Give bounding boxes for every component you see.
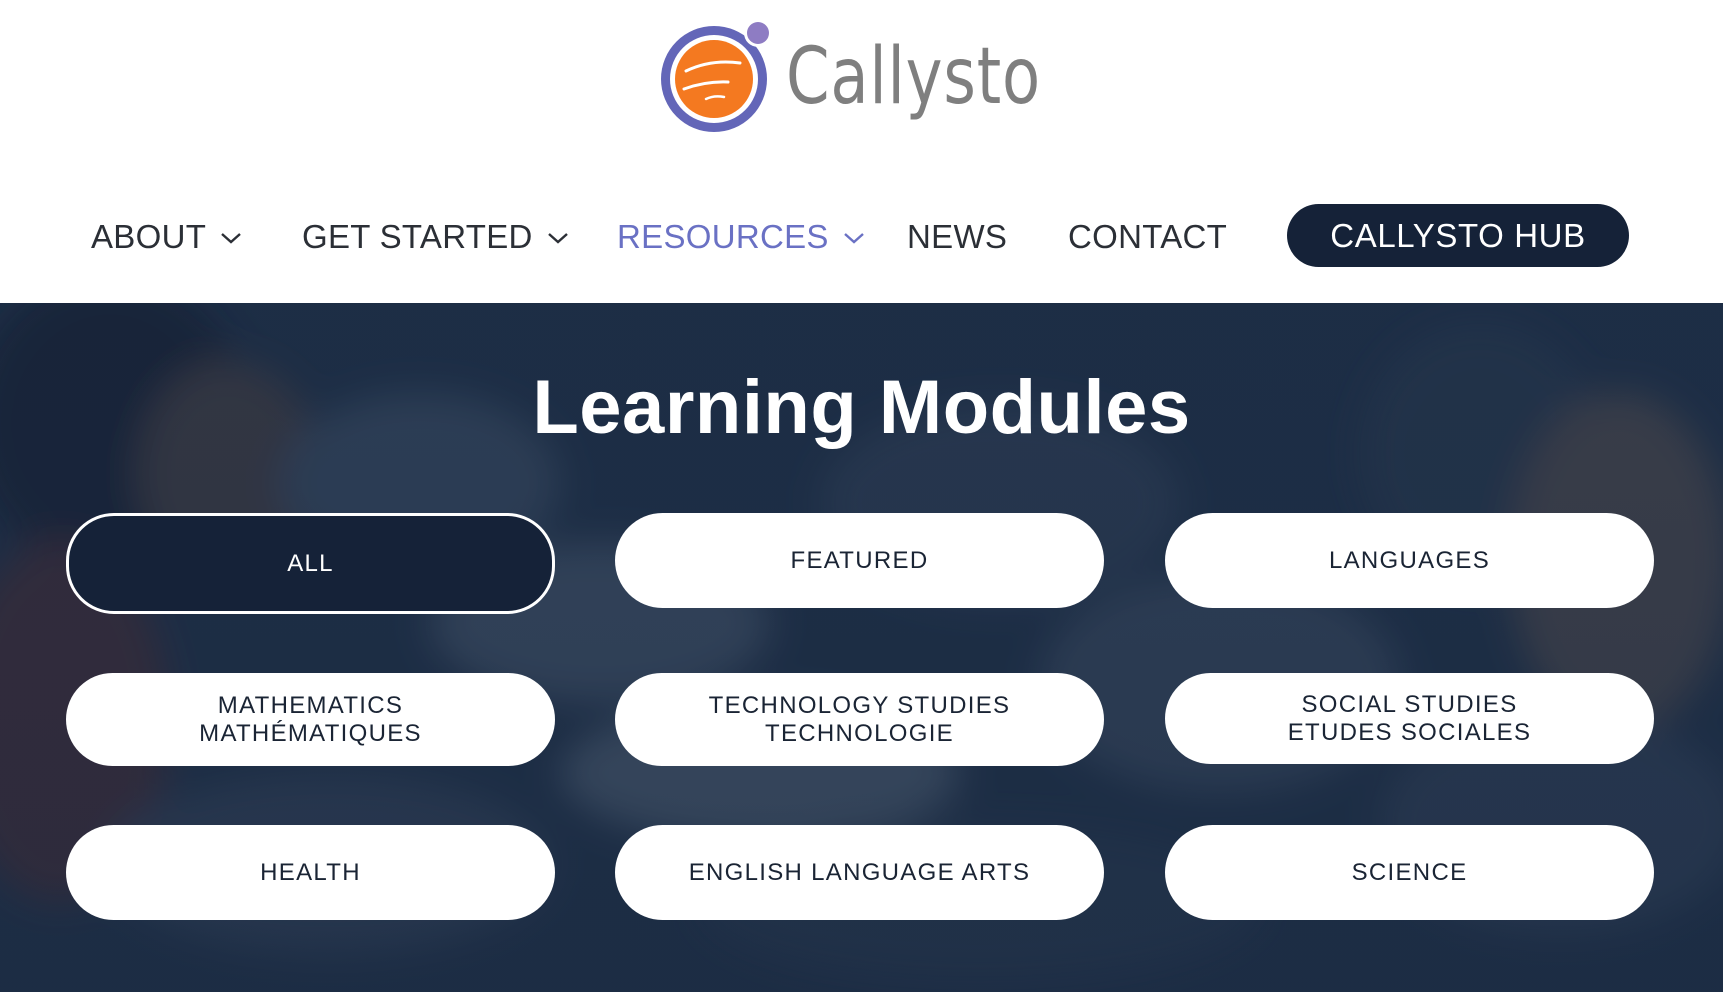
nav-get-started-label: GET STARTED xyxy=(302,218,533,255)
nav-contact[interactable]: CONTACT xyxy=(1068,218,1227,256)
filter-label: LANGUAGES xyxy=(1328,546,1491,574)
page-title: Learning Modules xyxy=(532,365,1191,450)
filter-featured-button[interactable]: FEATURED xyxy=(615,513,1104,608)
filter-technology-studies-button[interactable]: TECHNOLOGY STUDIES TECHNOLOGIE xyxy=(615,673,1104,766)
nav-news-label: NEWS xyxy=(907,218,1008,255)
filter-health-button[interactable]: HEALTH xyxy=(66,825,555,920)
filter-label: ENGLISH LANGUAGE ARTS xyxy=(688,858,1031,886)
nav-resources-label: RESOURCES xyxy=(617,218,829,255)
callysto-hub-button[interactable]: CALLYSTO HUB xyxy=(1287,204,1629,267)
filter-english-language-arts-button[interactable]: ENGLISH LANGUAGE ARTS xyxy=(615,825,1104,920)
filter-label-line-1: SOCIAL STUDIES xyxy=(1301,690,1518,718)
learning-modules-hero: Learning Modules ALL FEATURED LANGUAGES … xyxy=(0,303,1723,992)
chevron-down-icon xyxy=(221,233,241,244)
filter-label: HEALTH xyxy=(260,858,361,886)
callysto-planet-icon xyxy=(661,19,772,132)
filter-label-line-2: TECHNOLOGIE xyxy=(765,719,954,747)
filter-label-line-1: MATHEMATICS xyxy=(217,691,404,719)
filter-label-line-1: TECHNOLOGY STUDIES xyxy=(708,691,1011,719)
nav-about-label: ABOUT xyxy=(91,218,207,255)
filter-label: ALL xyxy=(287,549,334,577)
chevron-down-icon xyxy=(843,233,864,244)
filter-label-line-2: ETUDES SOCIALES xyxy=(1287,718,1532,746)
filter-label-line-2: MATHÉMATIQUES xyxy=(199,719,422,747)
nav-resources[interactable]: RESOURCES xyxy=(617,218,865,256)
filter-mathematics-button[interactable]: MATHEMATICS MATHÉMATIQUES xyxy=(66,673,555,766)
chevron-down-icon xyxy=(547,233,568,244)
callysto-logo[interactable]: Callysto xyxy=(650,14,1050,134)
filter-science-button[interactable]: SCIENCE xyxy=(1165,825,1654,920)
nav-about[interactable]: ABOUT xyxy=(91,218,242,256)
filter-social-studies-button[interactable]: SOCIAL STUDIES ETUDES SOCIALES xyxy=(1165,673,1654,764)
filter-label: FEATURED xyxy=(790,546,929,574)
main-nav: ABOUT GET STARTED RESOURCES NEWS CONTACT… xyxy=(0,200,1723,272)
site-header: Callysto ABOUT GET STARTED RESOURCES NEW… xyxy=(0,0,1723,303)
nav-contact-label: CONTACT xyxy=(1068,218,1228,255)
nav-get-started[interactable]: GET STARTED xyxy=(302,218,569,256)
filter-all-button[interactable]: ALL xyxy=(66,513,555,614)
filter-languages-button[interactable]: LANGUAGES xyxy=(1165,513,1654,608)
brand-name: Callysto xyxy=(786,32,1041,122)
filter-label: SCIENCE xyxy=(1351,858,1468,886)
nav-news[interactable]: NEWS xyxy=(907,218,1007,256)
